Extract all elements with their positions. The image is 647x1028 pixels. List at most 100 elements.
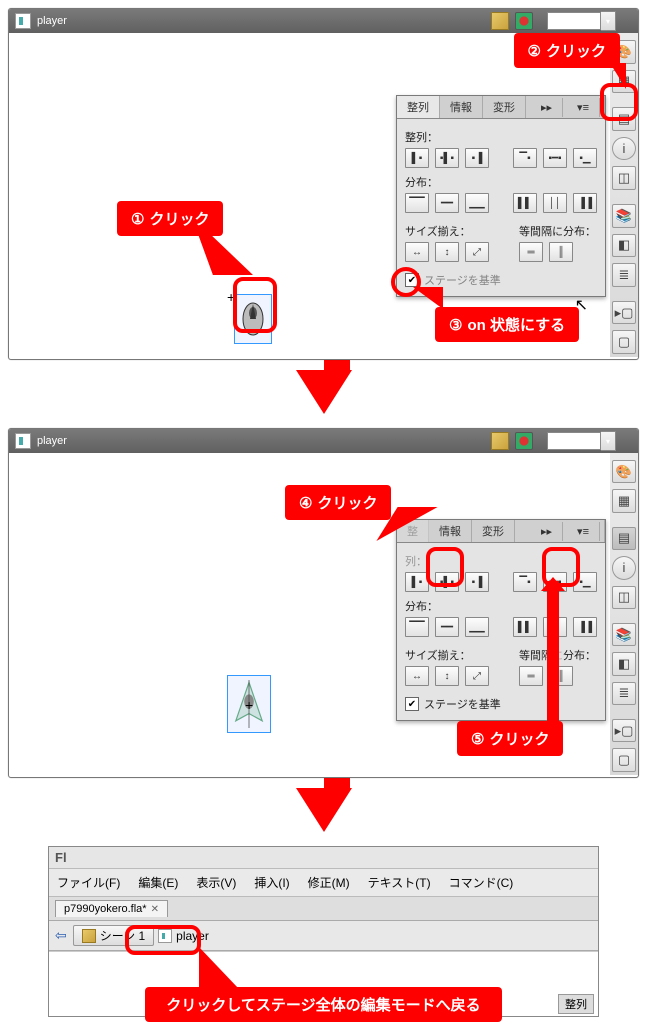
panel-menu-icon[interactable]: ▾≡: [567, 98, 600, 117]
space-vert-icon[interactable]: ═: [519, 242, 543, 262]
align-bottom-icon[interactable]: ▪▁: [573, 572, 597, 592]
callout-5-tail: [547, 581, 559, 723]
menu-text[interactable]: テキスト(T): [368, 874, 431, 891]
menu-modify[interactable]: 修正(M): [308, 874, 350, 891]
swatches-icon[interactable]: ▦: [612, 489, 636, 512]
zoom-dropdown-2[interactable]: ▾: [601, 431, 616, 451]
main-app-window: Fl ファイル(F) 編集(E) 表示(V) 挿入(I) 修正(M) テキスト(…: [48, 846, 599, 1017]
menu-command[interactable]: コマンド(C): [449, 874, 514, 891]
info-icon[interactable]: i: [612, 137, 636, 161]
selection-box[interactable]: [234, 294, 272, 344]
callout-2: ② クリック: [514, 33, 620, 68]
stage-checkbox-label-2: ステージを基準: [424, 696, 501, 712]
align-right-icon[interactable]: ▪▐: [465, 148, 489, 168]
dist-vcenter-icon[interactable]: ━━: [435, 617, 459, 637]
match-height-icon[interactable]: ↕: [435, 666, 459, 686]
color-picker-icon[interactable]: 🎨: [612, 460, 636, 483]
scene-icon[interactable]: [491, 12, 509, 30]
align-hcenter-icon[interactable]: ▪▌▪: [435, 148, 459, 168]
close-tab-icon[interactable]: ✕: [151, 904, 159, 915]
library-icon[interactable]: 📚: [612, 204, 636, 228]
zoom-field[interactable]: 100%: [547, 12, 601, 30]
callout-4: ④ クリック: [285, 485, 391, 520]
dist-left-icon[interactable]: ▌▌: [513, 193, 537, 213]
breadcrumb-symbol[interactable]: player: [176, 929, 209, 943]
dist-left-icon[interactable]: ▌▌: [513, 617, 537, 637]
stage-checkbox-2[interactable]: ✔: [405, 697, 419, 711]
align-left-icon[interactable]: ▌▪: [405, 572, 429, 592]
dist-vcenter-icon[interactable]: ━━: [435, 193, 459, 213]
align-vcenter-icon[interactable]: ▪━▪: [543, 148, 567, 168]
zoom-field-2[interactable]: 100%: [547, 432, 601, 450]
match-width-icon[interactable]: ↔: [405, 666, 429, 686]
cube-icon[interactable]: ◧: [612, 652, 636, 675]
align-panel: 整列 情報 変形 ▸▸▾≡ 整列： ▌▪ ▪▌▪ ▪▐ ▔▪ ▪━▪: [396, 95, 606, 297]
align-right-icon[interactable]: ▪▐: [465, 572, 489, 592]
panel-expand-icon[interactable]: ▸▸: [531, 522, 563, 541]
callout-1-num: ①: [131, 210, 144, 228]
panel-menu-icon[interactable]: ▾≡: [567, 522, 600, 541]
transform-icon[interactable]: ◫: [612, 586, 636, 609]
dist-bottom-icon[interactable]: ▁▁: [465, 193, 489, 213]
scene-button[interactable]: シーン 1: [73, 925, 154, 946]
dist-top-icon[interactable]: ▔▔: [405, 193, 429, 213]
dist-right-icon[interactable]: ▐▐: [573, 617, 597, 637]
collapse-icon[interactable]: ▢: [612, 330, 636, 354]
back-arrow-icon[interactable]: ⇦: [55, 927, 67, 944]
dist-hcenter-icon[interactable]: ││: [543, 193, 567, 213]
symbol-nav-icon[interactable]: [515, 432, 533, 450]
label-distribute: 分布：: [405, 174, 597, 190]
library-icon[interactable]: 📚: [612, 623, 636, 646]
callout-3-tail: [413, 287, 443, 309]
dist-bottom-icon[interactable]: ▁▁: [465, 617, 489, 637]
match-both-icon[interactable]: ⤢: [465, 242, 489, 262]
label-space: 等間隔に分布：: [519, 223, 596, 239]
match-height-icon[interactable]: ↕: [435, 242, 459, 262]
menu-edit[interactable]: 編集(E): [138, 874, 178, 891]
folder-expand-icon[interactable]: ▸▢: [612, 719, 636, 742]
scene-icon[interactable]: [491, 432, 509, 450]
callout-5-text: クリック: [489, 728, 549, 749]
match-both-icon[interactable]: ⤢: [465, 666, 489, 686]
title-bar: player 100% ▾: [9, 9, 638, 33]
align-hcenter-icon[interactable]: ▪▌▪: [435, 572, 459, 592]
symbol-nav-icon[interactable]: [515, 12, 533, 30]
tab-align[interactable]: 整列: [397, 96, 440, 118]
callout-2-num: ②: [528, 42, 541, 60]
match-width-icon[interactable]: ↔: [405, 242, 429, 262]
tab-info[interactable]: 情報: [440, 96, 483, 118]
tab-transform[interactable]: 変形: [483, 96, 526, 118]
bars-icon[interactable]: ≣: [612, 682, 636, 705]
info-icon[interactable]: i: [612, 556, 636, 579]
space-vert-icon[interactable]: ═: [519, 666, 543, 686]
menu-view[interactable]: 表示(V): [196, 874, 236, 891]
cube-icon[interactable]: ◧: [612, 234, 636, 258]
window-title-2: player: [37, 435, 67, 447]
symbol-icon: [15, 13, 31, 29]
stage-checkbox[interactable]: ✔: [405, 273, 419, 287]
menu-insert[interactable]: 挿入(I): [254, 874, 289, 891]
symbol-icon: [158, 929, 172, 943]
align-panel-icon[interactable]: ▤: [612, 107, 636, 131]
align-top-icon[interactable]: ▔▪: [513, 572, 537, 592]
space-horiz-icon[interactable]: ║: [549, 242, 573, 262]
folder-expand-icon[interactable]: ▸▢: [612, 301, 636, 325]
collapsed-align-tab[interactable]: 整列: [558, 994, 594, 1014]
panel-expand-icon[interactable]: ▸▸: [531, 98, 563, 117]
transform-icon[interactable]: ◫: [612, 166, 636, 190]
align-panel-icon[interactable]: ▤: [612, 527, 636, 550]
align-left-icon[interactable]: ▌▪: [405, 148, 429, 168]
dist-right-icon[interactable]: ▐▐: [573, 193, 597, 213]
tab-transform-2[interactable]: 変形: [472, 520, 515, 542]
align-top-icon[interactable]: ▔▪: [513, 148, 537, 168]
dist-top-icon[interactable]: ▔▔: [405, 617, 429, 637]
document-tab[interactable]: p7990yokero.fla* ✕: [55, 900, 168, 917]
menu-file[interactable]: ファイル(F): [57, 874, 120, 891]
callout-1-text: クリック: [149, 208, 209, 229]
align-bottom-icon[interactable]: ▪▁: [573, 148, 597, 168]
bars-icon[interactable]: ≣: [612, 263, 636, 287]
tab-info-2[interactable]: 情報: [429, 520, 472, 542]
zoom-dropdown[interactable]: ▾: [601, 11, 616, 31]
label-align-2: 列：: [405, 553, 597, 569]
collapse-icon[interactable]: ▢: [612, 748, 636, 771]
